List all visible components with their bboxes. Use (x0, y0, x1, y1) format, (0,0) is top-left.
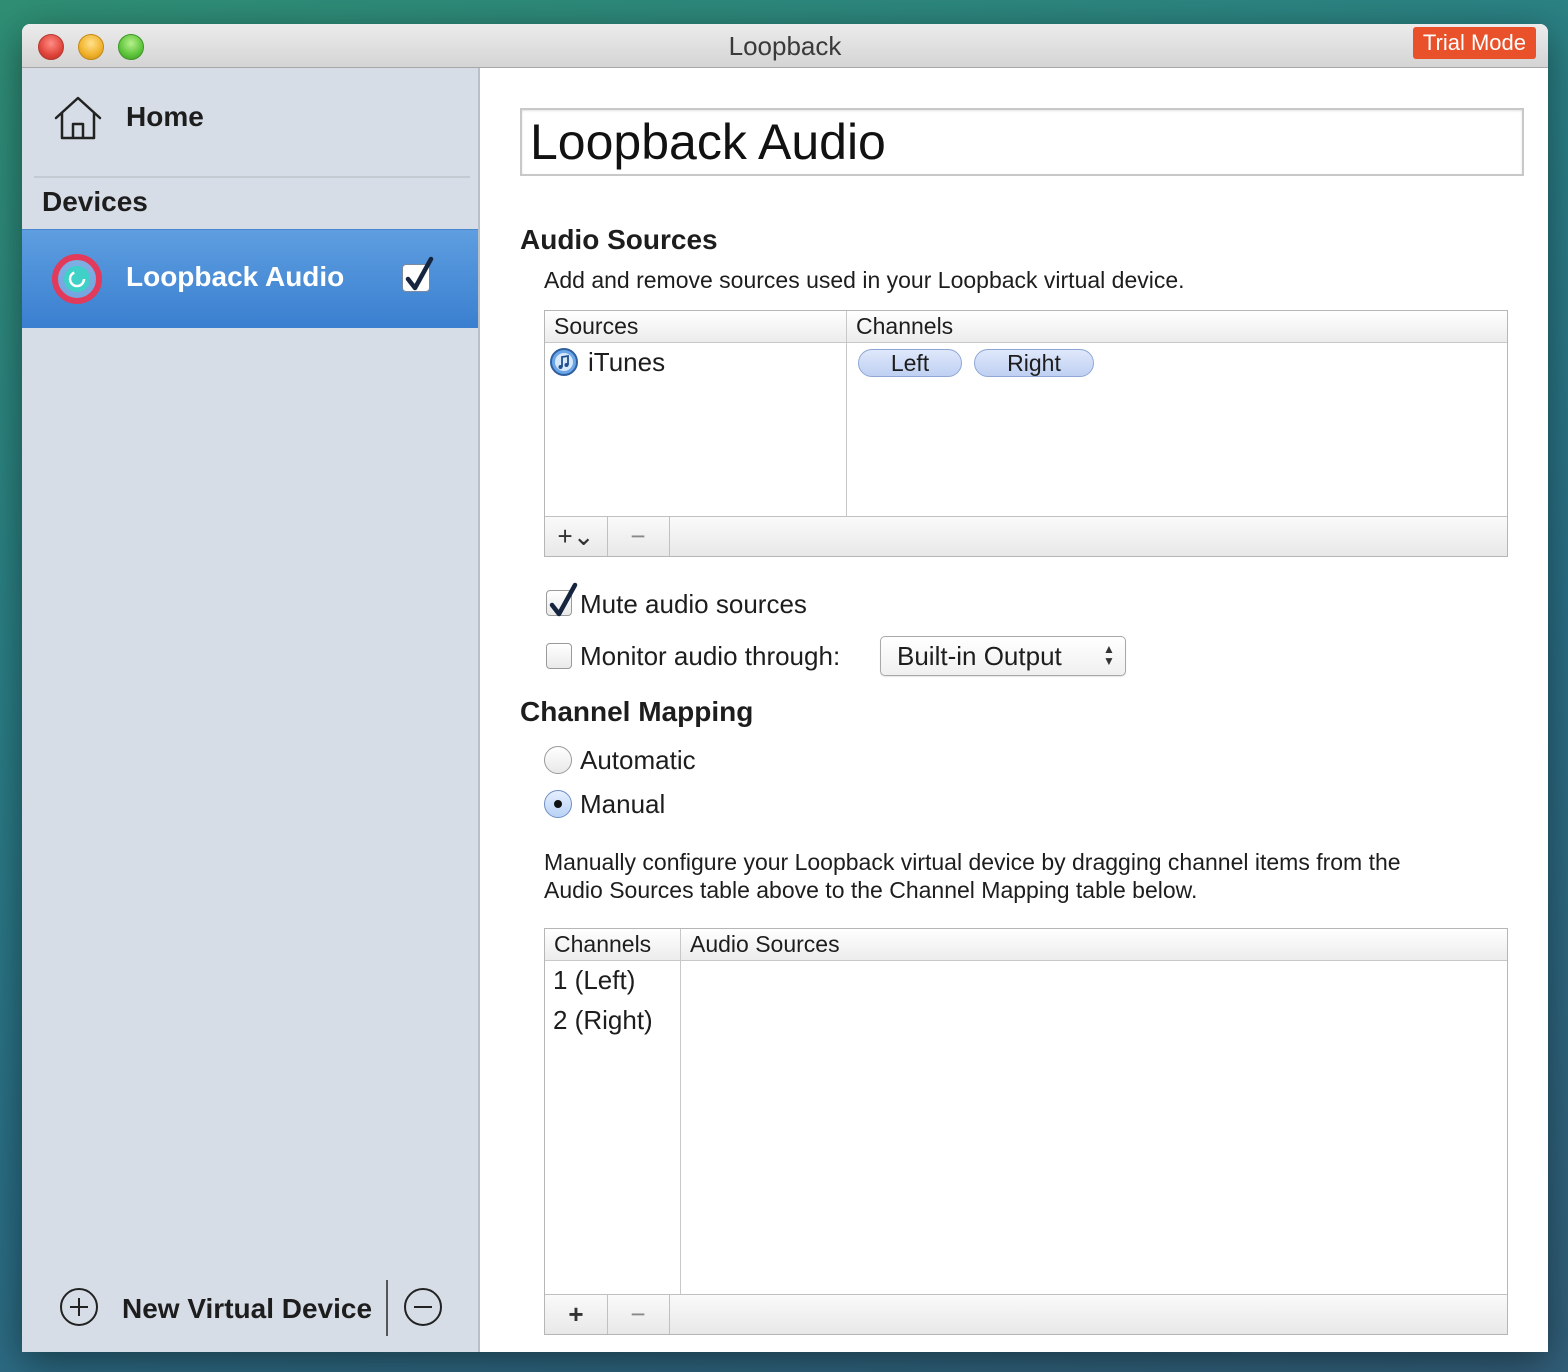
radio-selected-dot (554, 800, 562, 808)
automatic-mapping-label[interactable]: Automatic (580, 745, 696, 776)
remove-device-button[interactable] (404, 1288, 442, 1326)
channel-mapping-heading: Channel Mapping (520, 696, 754, 727)
audio-sources-column-header[interactable]: Audio Sources (690, 931, 840, 958)
column-separator (846, 311, 847, 517)
remove-source-button[interactable]: − (607, 517, 670, 556)
audio-sources-table-header: Sources Channels (545, 311, 1507, 343)
window-title: Loopback (728, 31, 842, 61)
channel-chip-left[interactable]: Left (858, 349, 962, 377)
channel-mapping-table-toolbar: + − (545, 1294, 1507, 1334)
audio-sources-table-toolbar: +⌄ − (545, 516, 1507, 556)
source-name: iTunes (588, 347, 666, 377)
sidebar: Home Devices Loopback Audio New Virtual … (22, 68, 480, 1352)
monitor-output-select[interactable]: Built-in Output ▲ ▼ (880, 636, 1126, 676)
manual-mapping-label[interactable]: Manual (580, 789, 665, 820)
devices-section-header: Devices (42, 186, 148, 217)
audio-sources-description: Add and remove sources used in your Loop… (544, 267, 1185, 293)
table-row[interactable]: 1 (Left) (553, 965, 635, 996)
title-bar: Loopback Trial Mode (22, 24, 1548, 68)
checkmark-icon (549, 582, 578, 617)
monitor-output-value: Built-in Output (897, 641, 1062, 671)
table-row[interactable]: 2 (Right) (553, 1005, 653, 1036)
channel-chip-right[interactable]: Right (974, 349, 1094, 377)
device-detail-pane: Audio Sources Add and remove sources use… (480, 68, 1548, 1352)
mute-audio-sources-label[interactable]: Mute audio sources (580, 589, 807, 620)
add-source-button[interactable]: +⌄ (545, 517, 608, 556)
channel-mapping-table[interactable]: Channels Audio Sources 1 (Left) 2 (Right… (544, 928, 1508, 1335)
monitor-audio-label[interactable]: Monitor audio through: (580, 641, 840, 672)
table-row[interactable]: iTunes Left Right (545, 343, 1507, 381)
channels-column-header[interactable]: Channels (554, 931, 651, 958)
add-channel-button[interactable]: + (545, 1295, 608, 1334)
audio-sources-heading: Audio Sources (520, 224, 718, 255)
automatic-mapping-radio[interactable] (544, 746, 572, 774)
select-arrows-icon: ▲ ▼ (1103, 642, 1115, 668)
channel-mapping-description-line2: Audio Sources table above to the Channel… (544, 877, 1198, 903)
device-label: Loopback Audio (126, 261, 345, 292)
channels-column-header[interactable]: Channels (856, 313, 953, 340)
new-virtual-device-label[interactable]: New Virtual Device (122, 1293, 372, 1325)
device-enabled-checkbox[interactable] (402, 256, 434, 292)
channel-mapping-table-header: Channels Audio Sources (545, 929, 1507, 961)
sidebar-home-label: Home (126, 101, 204, 132)
home-icon (54, 96, 102, 140)
sidebar-item-home[interactable]: Home (22, 68, 478, 176)
mute-audio-sources-checkbox[interactable] (546, 582, 578, 617)
channel-mapping-description-line1: Manually configure your Loopback virtual… (544, 849, 1401, 875)
footer-divider (386, 1280, 388, 1336)
sidebar-item-loopback-audio[interactable]: Loopback Audio (22, 229, 478, 328)
minus-icon (414, 1306, 432, 1308)
column-separator (680, 929, 681, 1295)
app-window: Loopback Trial Mode Home Devices Loopbac… (22, 24, 1548, 1352)
checkmark-icon (405, 256, 434, 291)
remove-channel-button[interactable]: − (607, 1295, 670, 1334)
itunes-icon (550, 348, 578, 376)
monitor-audio-checkbox[interactable] (546, 643, 572, 669)
add-device-button[interactable] (60, 1288, 98, 1326)
sidebar-footer: New Virtual Device (22, 1262, 478, 1352)
device-name-field[interactable] (520, 108, 1524, 176)
sources-column-header[interactable]: Sources (554, 313, 638, 340)
plus-icon-stroke (78, 1298, 80, 1316)
loopback-device-icon (52, 254, 102, 304)
trial-mode-badge[interactable]: Trial Mode (1412, 27, 1536, 59)
audio-sources-table[interactable]: Sources Channels iTunes Left Right +⌄ − (544, 310, 1508, 557)
manual-mapping-radio[interactable] (544, 790, 572, 818)
sidebar-divider (34, 176, 470, 178)
